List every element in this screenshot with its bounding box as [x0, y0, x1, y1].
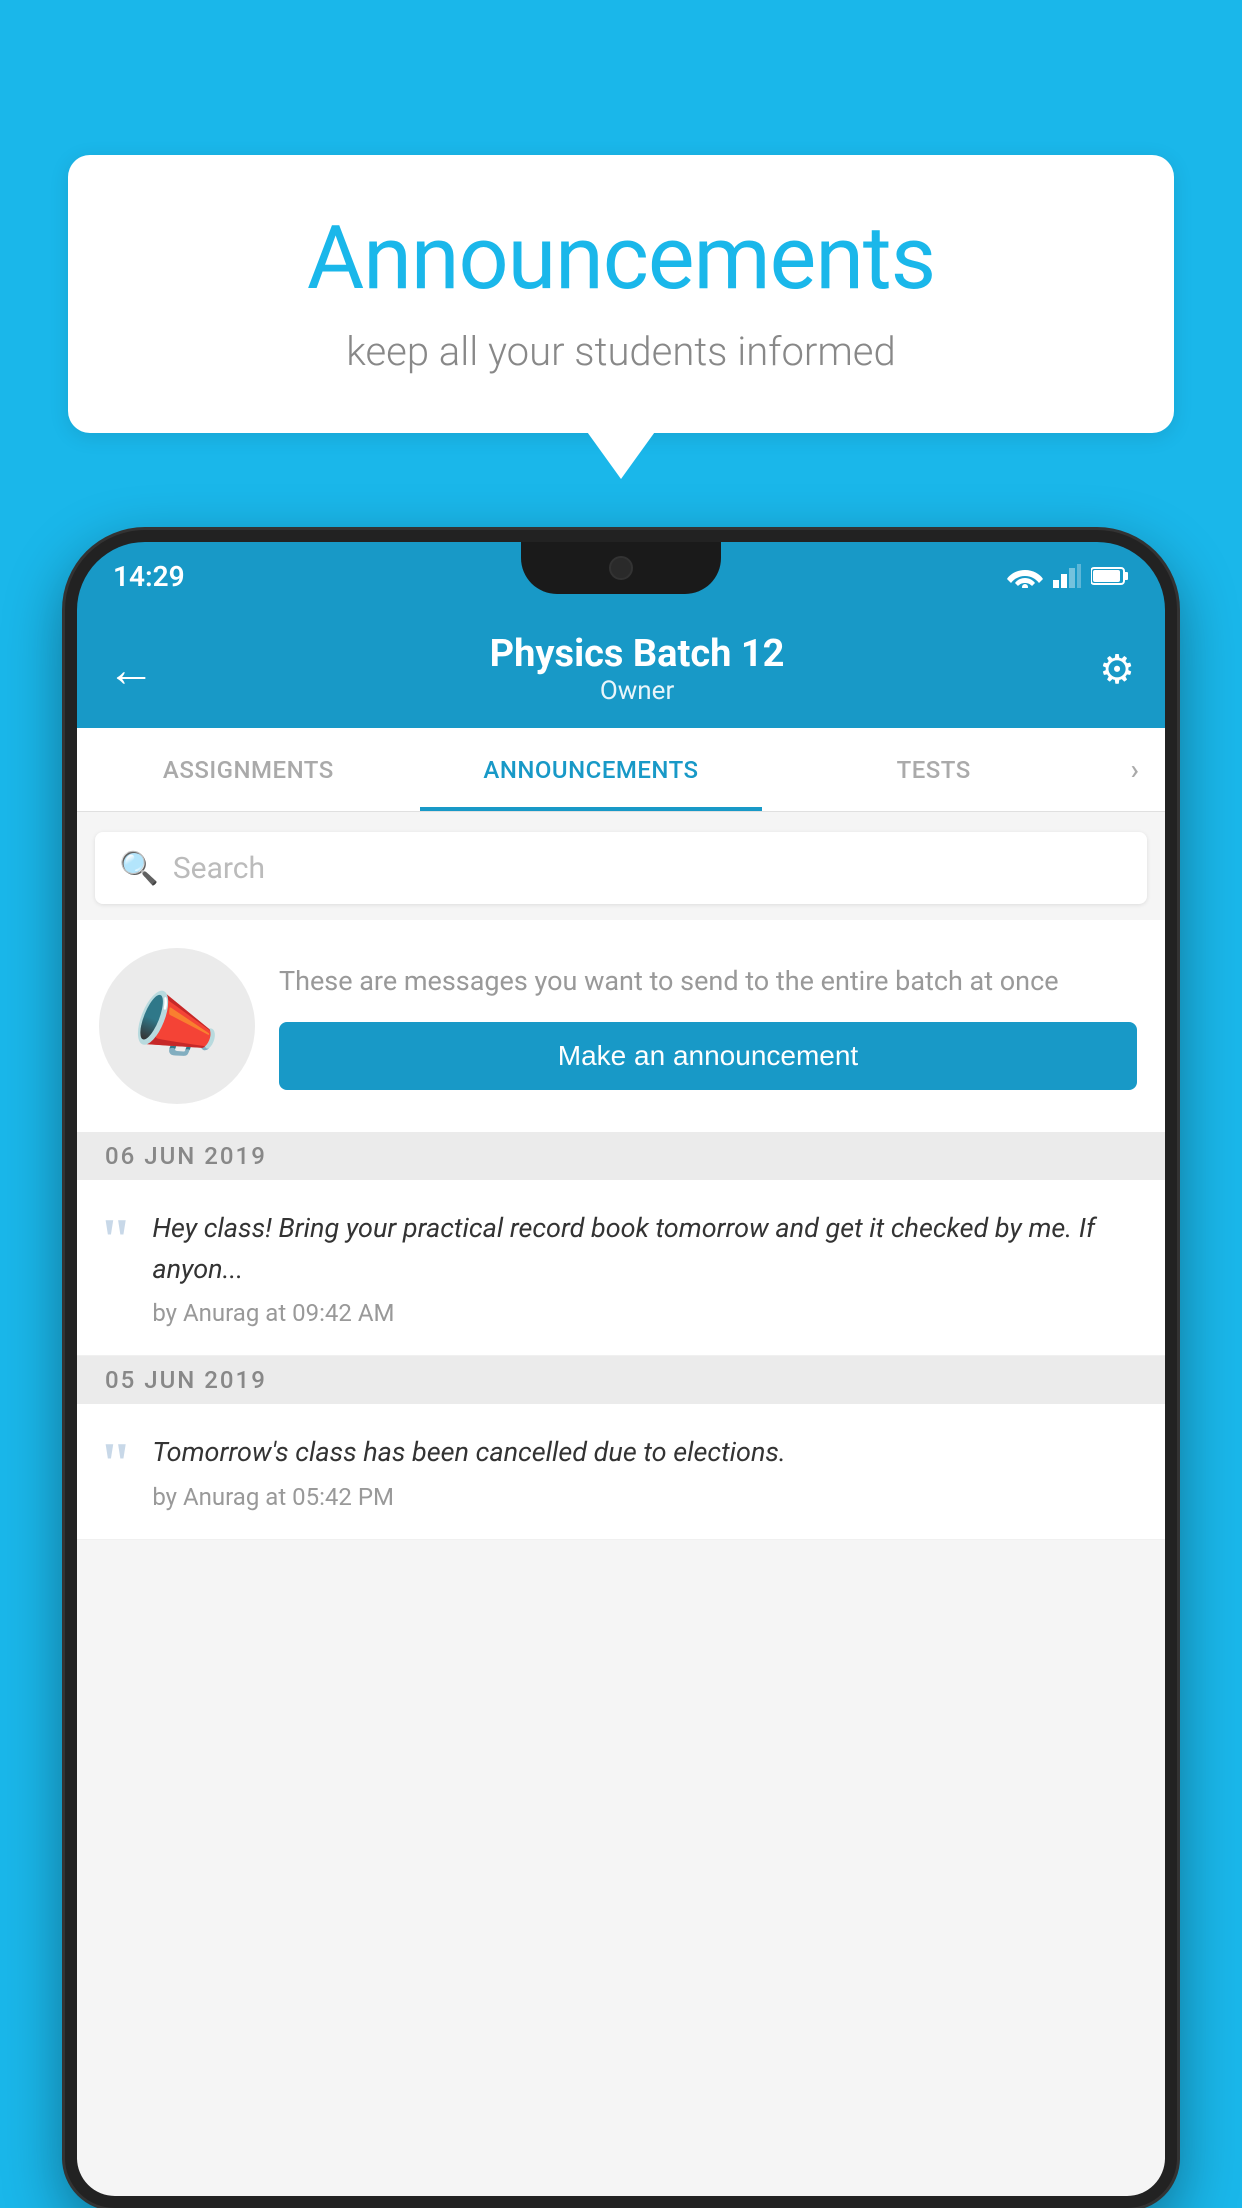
megaphone-icon: 📣 [133, 985, 220, 1067]
volume-down-button [65, 962, 73, 1072]
battery-icon [1091, 566, 1129, 586]
tab-tests[interactable]: TESTS [762, 728, 1105, 811]
wifi-icon [1007, 564, 1043, 588]
tab-announcements[interactable]: ANNOUNCEMENTS [420, 728, 763, 811]
phone-notch [521, 542, 721, 594]
bubble-subtitle: keep all your students informed [128, 328, 1114, 375]
volume-up-button [65, 832, 73, 942]
announcement-text-1: Hey class! Bring your practical record b… [152, 1208, 1137, 1289]
tab-more[interactable]: › [1105, 728, 1165, 811]
promo-card: 📣 These are messages you want to send to… [77, 920, 1165, 1132]
announcement-content-1: Hey class! Bring your practical record b… [152, 1208, 1137, 1327]
app-bar: ← Physics Batch 12 Owner ⚙ [77, 610, 1165, 728]
camera [609, 556, 633, 580]
speech-bubble-container: Announcements keep all your students inf… [68, 155, 1174, 433]
announcement-meta-1: by Anurag at 09:42 AM [152, 1299, 1137, 1327]
app-bar-center: Physics Batch 12 Owner [175, 632, 1099, 706]
date-divider-1: 06 JUN 2019 [77, 1132, 1165, 1180]
speech-bubble: Announcements keep all your students inf… [68, 155, 1174, 433]
quote-icon-2: " [99, 1440, 132, 1511]
status-icons [1007, 564, 1129, 588]
announcement-item-1[interactable]: " Hey class! Bring your practical record… [77, 1180, 1165, 1356]
tabs-bar: ASSIGNMENTS ANNOUNCEMENTS TESTS › [77, 728, 1165, 812]
promo-description: These are messages you want to send to t… [279, 962, 1137, 1001]
search-icon: 🔍 [119, 849, 159, 887]
announcement-text-2: Tomorrow's class has been cancelled due … [152, 1432, 1137, 1473]
tab-assignments[interactable]: ASSIGNMENTS [77, 728, 420, 811]
status-time: 14:29 [113, 560, 185, 593]
signal-icon [1053, 564, 1081, 588]
announcement-content-2: Tomorrow's class has been cancelled due … [152, 1432, 1137, 1511]
back-button[interactable]: ← [107, 641, 155, 698]
phone-content: 🔍 Search 📣 These are messages you want t… [77, 812, 1165, 2196]
app-bar-subtitle: Owner [175, 676, 1099, 706]
phone-mockup: 14:29 ← Physics Batch 12 Ow [65, 530, 1177, 2208]
bubble-title: Announcements [128, 207, 1114, 310]
date-divider-2: 05 JUN 2019 [77, 1356, 1165, 1404]
quote-icon-1: " [99, 1216, 132, 1327]
search-placeholder: Search [173, 851, 265, 886]
announcement-meta-2: by Anurag at 05:42 PM [152, 1483, 1137, 1511]
search-bar[interactable]: 🔍 Search [95, 832, 1147, 904]
app-bar-title: Physics Batch 12 [175, 632, 1099, 676]
promo-right: These are messages you want to send to t… [279, 962, 1137, 1089]
settings-icon[interactable]: ⚙ [1099, 646, 1135, 693]
make-announcement-button[interactable]: Make an announcement [279, 1022, 1137, 1090]
promo-icon-circle: 📣 [99, 948, 255, 1104]
silent-button [65, 742, 73, 812]
power-button [1169, 822, 1177, 912]
announcement-item-2[interactable]: " Tomorrow's class has been cancelled du… [77, 1404, 1165, 1540]
